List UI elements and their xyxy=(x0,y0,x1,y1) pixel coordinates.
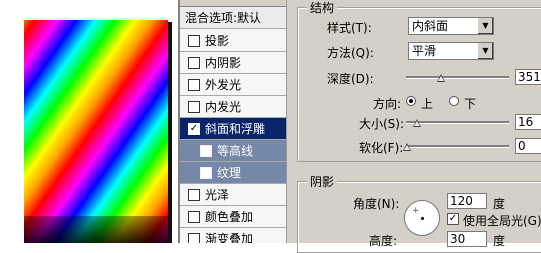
altitude-unit-label: 度 xyxy=(493,234,506,248)
style-item-contour[interactable]: 等高线 xyxy=(180,140,286,162)
style-item-bevel-emboss[interactable]: ✓ 斜面和浮雕 xyxy=(180,118,286,140)
style-item-label: 光泽 xyxy=(205,188,230,202)
depth-input[interactable]: 351 xyxy=(515,69,541,85)
checkbox-icon[interactable] xyxy=(188,210,200,223)
soften-input[interactable]: 0 xyxy=(515,138,541,154)
structure-group-title: 结构 xyxy=(307,0,338,16)
style-item-label: 渐变叠加 xyxy=(205,232,254,243)
checkbox-icon[interactable] xyxy=(200,144,212,157)
style-item-satin[interactable]: 光泽 xyxy=(180,184,286,206)
bevel-options-panel: 结构 样式(T): 内斜面 ▼ 方法(Q): 平滑 ▼ 深度(D): 351 方… xyxy=(286,0,541,253)
direction-label: 方向: xyxy=(373,97,402,111)
style-item-color-overlay[interactable]: 颜色叠加 xyxy=(180,206,286,228)
direction-up-label: 上 xyxy=(421,97,434,111)
altitude-label: 高度: xyxy=(369,234,398,248)
checkbox-checked-icon[interactable]: ✓ xyxy=(188,122,200,135)
chevron-down-icon[interactable]: ▼ xyxy=(477,18,493,34)
list-top-bar xyxy=(180,0,286,7)
layer-styles-panel: 混合选项:默认 投影 内阴影 外发光 内发光 ✓ 斜面和浮雕 等高线 纹理 光泽 … xyxy=(178,0,286,243)
angle-label: 角度(N): xyxy=(353,197,400,211)
style-select[interactable]: 内斜面 ▼ xyxy=(408,17,494,35)
blending-options-item[interactable]: 混合选项:默认 xyxy=(180,7,286,29)
checkbox-icon[interactable] xyxy=(188,78,200,91)
dial-center-dot xyxy=(421,217,424,220)
checkbox-icon[interactable] xyxy=(188,56,200,69)
technique-select[interactable]: 平滑 ▼ xyxy=(408,42,494,60)
chevron-down-icon[interactable]: ▼ xyxy=(477,43,493,59)
shading-group-title: 阴影 xyxy=(307,173,338,190)
style-item-outer-glow[interactable]: 外发光 xyxy=(180,74,286,96)
preview-canvas xyxy=(0,0,178,243)
technique-select-value: 平滑 xyxy=(412,44,437,58)
angle-input[interactable]: 120 xyxy=(447,193,487,209)
style-item-label: 外发光 xyxy=(205,78,242,92)
size-input[interactable]: 16 xyxy=(515,114,541,130)
global-light-checkbox[interactable]: ✓ xyxy=(447,213,459,225)
style-item-label: 颜色叠加 xyxy=(205,210,254,224)
soften-slider-track[interactable] xyxy=(406,145,509,148)
style-item-label: 斜面和浮雕 xyxy=(205,122,266,136)
style-item-label: 等高线 xyxy=(217,144,254,158)
crosshair-icon: + xyxy=(412,206,420,216)
depth-slider-thumb[interactable] xyxy=(437,74,445,82)
layer-styles-list: 混合选项:默认 投影 内阴影 外发光 内发光 ✓ 斜面和浮雕 等高线 纹理 光泽 … xyxy=(180,0,286,243)
preview-bevel-edge xyxy=(24,216,168,243)
depth-slider-track[interactable] xyxy=(406,76,509,79)
style-label: 样式(T): xyxy=(327,21,372,35)
style-item-gradient-overlay[interactable]: 渐变叠加 xyxy=(180,228,286,243)
angle-dial[interactable]: + xyxy=(404,200,440,236)
style-item-texture[interactable]: 纹理 xyxy=(180,162,286,184)
style-item-inner-glow[interactable]: 内发光 xyxy=(180,96,286,118)
style-item-label: 内阴影 xyxy=(205,56,242,70)
style-item-drop-shadow[interactable]: 投影 xyxy=(180,30,286,52)
altitude-input[interactable]: 30 xyxy=(447,231,487,247)
technique-label: 方法(Q): xyxy=(327,46,374,60)
style-item-inner-shadow[interactable]: 内阴影 xyxy=(180,52,286,74)
global-light-label: 使用全局光(G) xyxy=(463,214,541,228)
size-slider-track[interactable] xyxy=(406,121,509,124)
direction-up-radio[interactable] xyxy=(406,96,416,106)
direction-down-radio[interactable] xyxy=(449,96,459,106)
checkbox-icon[interactable] xyxy=(188,100,200,113)
angle-unit-label: 度 xyxy=(493,197,506,211)
style-item-label: 纹理 xyxy=(217,166,242,180)
style-item-label: 内发光 xyxy=(205,100,242,114)
depth-label: 深度(D): xyxy=(327,72,374,86)
style-select-value: 内斜面 xyxy=(412,19,449,33)
checkbox-icon[interactable] xyxy=(200,166,212,179)
size-label: 大小(S): xyxy=(359,117,405,131)
style-item-label: 投影 xyxy=(205,34,230,48)
soften-slider-thumb[interactable] xyxy=(403,143,411,151)
direction-down-label: 下 xyxy=(464,97,477,111)
soften-label: 软化(F): xyxy=(359,141,404,155)
checkbox-icon[interactable] xyxy=(188,34,200,47)
checkbox-icon[interactable] xyxy=(188,188,200,201)
bevel-preview-image xyxy=(24,18,168,243)
size-slider-thumb[interactable] xyxy=(413,119,421,127)
checkbox-icon[interactable] xyxy=(188,232,200,243)
